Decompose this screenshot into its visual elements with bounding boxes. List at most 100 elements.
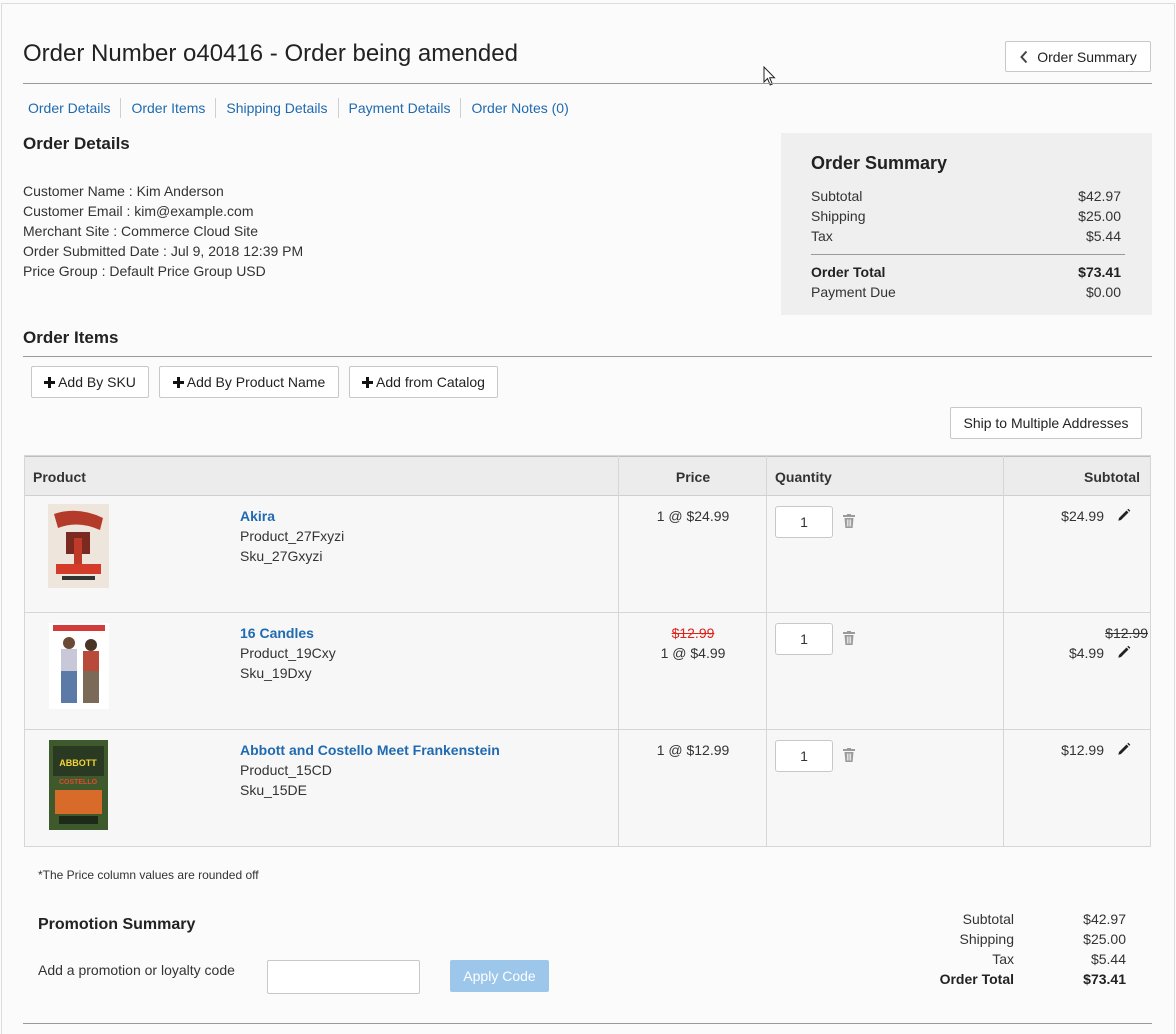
unit-price: 1 @ $24.99 [656,508,730,524]
table-header: Product Price Quantity Subtotal [25,456,1150,496]
order-summary-heading: Order Summary [811,153,948,173]
summary-total-row: Order Total $73.41 [811,264,1121,280]
pencil-icon[interactable] [1117,645,1131,659]
order-submitted-date: Order Submitted Date : Jul 9, 2018 12:39… [23,243,304,259]
product-sku: Sku_19Dxy [240,665,312,681]
line-subtotal: $12.99 [1061,742,1104,758]
add-by-sku-label: Add By SKU [58,374,136,390]
table-row: 16 Candles Product_19Cxy Sku_19Dxy $12.9… [25,613,1150,730]
totals-subtotal-value: $42.97 [1083,911,1126,927]
product-link[interactable]: Akira [240,508,275,524]
summary-divider [811,254,1125,255]
quantity-input[interactable]: 1 [775,740,833,772]
summary-tax-label: Tax [811,228,833,244]
unit-price: 1 @ $12.99 [656,742,730,758]
summary-due-row: Payment Due $0.00 [811,284,1121,300]
order-summary-panel: Order Summary Subtotal $42.97 Shipping $… [781,133,1152,315]
trash-icon[interactable] [843,631,855,645]
table-row: ABBOTT COSTELLO Abbott and Costello Meet… [25,730,1150,847]
line-subtotal: $4.99 [1068,645,1104,661]
totals-subtotal-label: Subtotal [962,911,1014,927]
trash-icon[interactable] [843,748,855,762]
summary-tax-value: $5.44 [1085,228,1121,244]
summary-shipping-row: Shipping $25.00 [811,208,1121,224]
product-sku: Sku_15DE [240,782,307,798]
summary-tax-row: Tax $5.44 [811,228,1121,244]
section-tabs: Order Details Order Items Shipping Detai… [23,98,579,118]
summary-shipping-label: Shipping [811,208,866,224]
customer-email: Customer Email : kim@example.com [23,203,254,219]
totals-order-total-label: Order Total [939,971,1014,987]
svg-text:COSTELLO: COSTELLO [59,779,98,786]
tab-order-items[interactable]: Order Items [120,98,215,118]
totals-tax-label: Tax [992,951,1014,967]
summary-subtotal-label: Subtotal [811,188,863,204]
summary-subtotal-row: Subtotal $42.97 [811,188,1121,204]
product-image-akira[interactable] [48,504,109,588]
add-by-product-name-label: Add By Product Name [186,374,326,390]
plus-icon [44,376,56,388]
totals-shipping-label: Shipping [959,931,1015,947]
product-id: Product_27Fxyzi [240,528,345,544]
tab-shipping-details[interactable]: Shipping Details [215,98,337,118]
promotion-code-input[interactable] [267,960,420,994]
apply-code-button[interactable]: Apply Code [450,960,549,992]
column-header-subtotal: Subtotal [1084,469,1140,485]
table-row: Akira Product_27Fxyzi Sku_27Gxyzi 1 @ $2… [25,496,1150,613]
summary-due-value: $0.00 [1085,284,1121,300]
totals-tax-value: $5.44 [1090,951,1126,967]
product-id: Product_19Cxy [240,645,336,661]
product-link[interactable]: Abbott and Costello Meet Frankenstein [240,742,500,758]
pencil-icon[interactable] [1117,508,1131,522]
product-image-abbott-costello[interactable]: ABBOTT COSTELLO [49,740,108,830]
price-rounding-note: *The Price column values are rounded off [38,868,259,882]
add-from-catalog-button[interactable]: Add from Catalog [349,366,498,398]
column-header-price: Price [675,469,711,485]
quantity-input[interactable]: 1 [775,506,833,538]
line-subtotal: $24.99 [1061,508,1104,524]
add-by-sku-button[interactable]: Add By SKU [31,366,149,398]
promotion-code-label: Add a promotion or loyalty code [38,962,235,978]
product-link[interactable]: 16 Candles [240,625,314,641]
promotion-summary-heading: Promotion Summary [38,916,196,933]
order-items-divider [23,356,1152,357]
summary-total-value: $73.41 [1078,264,1121,280]
price-group: Price Group : Default Price Group USD [23,263,266,279]
column-header-product: Product [33,469,86,485]
header-divider [23,83,1152,84]
order-summary-button[interactable]: Order Summary [1005,41,1151,72]
order-items-heading: Order Items [23,328,119,347]
ship-to-multiple-addresses-label: Ship to Multiple Addresses [963,415,1129,431]
column-header-quantity: Quantity [775,469,832,485]
chevron-left-icon [1020,50,1028,63]
page-title: Order Number o40416 - Order being amende… [23,40,518,67]
tab-payment-details[interactable]: Payment Details [337,98,461,118]
trash-icon[interactable] [843,514,855,528]
unit-price: 1 @ $4.99 [660,645,726,661]
summary-total-label: Order Total [811,264,886,280]
product-id: Product_15CD [240,762,332,778]
product-sku: Sku_27Gxyzi [240,548,323,564]
footer-divider [23,1023,1152,1024]
original-line-subtotal: $12.99 [1105,625,1148,641]
quantity-input[interactable]: 1 [775,623,833,655]
summary-shipping-value: $25.00 [1078,208,1121,224]
tab-order-details[interactable]: Order Details [23,98,120,118]
summary-subtotal-value: $42.97 [1078,188,1121,204]
totals-order-total-value: $73.41 [1083,971,1126,987]
plus-icon [172,376,184,388]
original-unit-price: $12.99 [671,625,715,641]
add-from-catalog-label: Add from Catalog [376,374,485,390]
merchant-site: Merchant Site : Commerce Cloud Site [23,223,258,239]
customer-name: Customer Name : Kim Anderson [23,183,224,199]
order-details-heading: Order Details [23,134,130,153]
add-by-product-name-button[interactable]: Add By Product Name [159,366,339,398]
order-summary-button-label: Order Summary [1037,48,1137,65]
ship-to-multiple-addresses-button[interactable]: Ship to Multiple Addresses [950,407,1142,439]
plus-icon [362,376,374,388]
summary-due-label: Payment Due [811,284,896,300]
tab-order-notes[interactable]: Order Notes (0) [460,98,578,118]
product-image-16-candles[interactable] [49,623,109,709]
pencil-icon[interactable] [1117,742,1131,756]
order-items-table: Product Price Quantity Subtotal Akira Pr… [24,455,1151,847]
